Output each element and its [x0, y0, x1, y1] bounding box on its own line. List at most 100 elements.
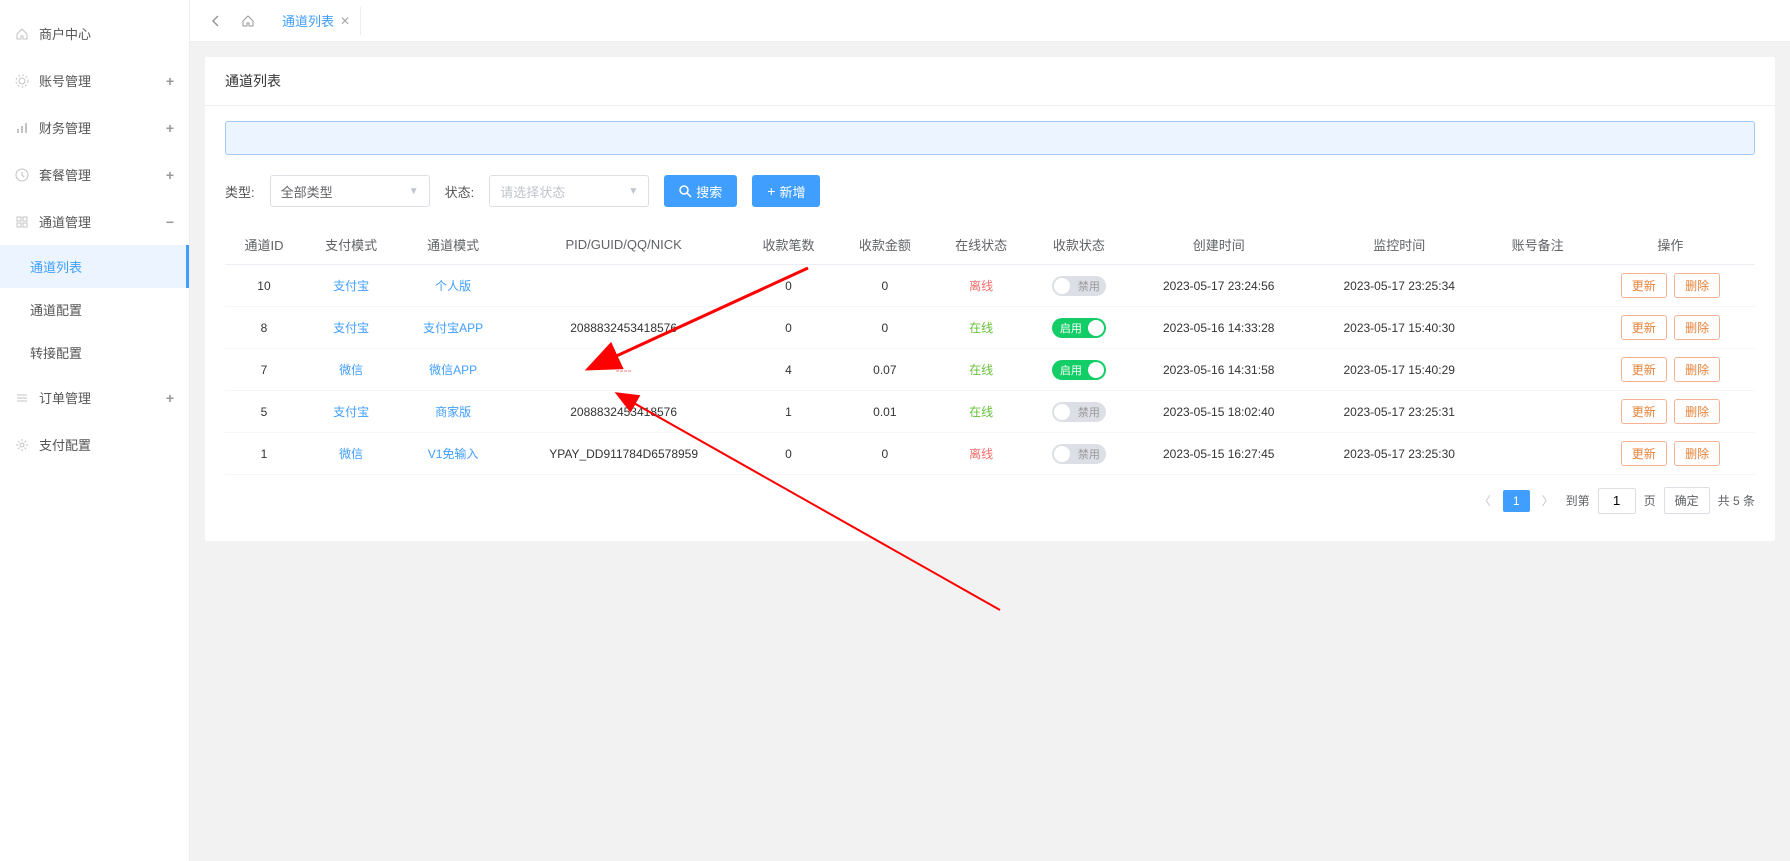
- cell-status: 启用: [1029, 349, 1128, 391]
- status-select[interactable]: 请选择状态 ▼: [489, 175, 649, 207]
- toggle-icon: −: [166, 214, 174, 230]
- page-1[interactable]: 1: [1503, 490, 1530, 512]
- cell-created: 2023-05-16 14:33:28: [1128, 307, 1309, 349]
- sidebar-item-4[interactable]: 通道管理−: [0, 198, 189, 245]
- sidebar-item-6[interactable]: 支付配置: [0, 421, 189, 468]
- cell-id: 1: [225, 433, 303, 475]
- table-header: 收款状态: [1029, 225, 1128, 265]
- cell-count: 0: [740, 265, 836, 307]
- next-page[interactable]: 〉: [1538, 492, 1558, 509]
- cell-amount: 0.07: [837, 349, 933, 391]
- tab-channel-list[interactable]: 通道列表 ✕: [272, 7, 361, 35]
- chart-icon: [15, 121, 29, 135]
- status-switch[interactable]: 禁用: [1052, 444, 1106, 464]
- table-row: 8 支付宝 支付宝APP 2088832453418576 0 0 在线 启用 …: [225, 307, 1755, 349]
- cell-ops: 更新 删除: [1586, 307, 1755, 349]
- prev-page[interactable]: 〈: [1475, 492, 1495, 509]
- delete-button[interactable]: 删除: [1674, 441, 1720, 466]
- status-switch[interactable]: 禁用: [1052, 276, 1106, 296]
- update-button[interactable]: 更新: [1621, 399, 1667, 424]
- add-button[interactable]: + 新增: [752, 175, 820, 207]
- page-input[interactable]: [1598, 488, 1636, 514]
- cell-count: 0: [740, 307, 836, 349]
- sub-item-4-1[interactable]: 通道配置: [0, 288, 189, 331]
- table-header: 创建时间: [1128, 225, 1309, 265]
- sidebar-item-1[interactable]: 账号管理+: [0, 57, 189, 104]
- sidebar-item-5[interactable]: 订单管理+: [0, 374, 189, 421]
- main-area: 通道列表 ✕ 通道列表 类型: 全部类型 ▼ 状态:: [190, 0, 1790, 861]
- cell-remark: [1489, 433, 1585, 475]
- status-switch[interactable]: 启用: [1052, 318, 1106, 338]
- search-button[interactable]: 搜索: [664, 175, 737, 207]
- toggle-icon: +: [166, 73, 174, 89]
- search-icon: [679, 185, 692, 198]
- cell-remark: [1489, 391, 1585, 433]
- sidebar-item-2[interactable]: 财务管理+: [0, 104, 189, 151]
- sub-item-4-0[interactable]: 通道列表: [0, 245, 189, 288]
- cell-online: 在线: [933, 307, 1029, 349]
- table-row: 7 微信 微信APP ---- 4 0.07 在线 启用 2023-05-16 …: [225, 349, 1755, 391]
- goto-confirm[interactable]: 确定: [1664, 487, 1710, 514]
- table-row: 10 支付宝 个人版 0 0 离线 禁用 2023-05-17 23:24:56…: [225, 265, 1755, 307]
- nav-label: 订单管理: [39, 388, 166, 407]
- table-header: 监控时间: [1309, 225, 1490, 265]
- back-button[interactable]: [200, 5, 232, 37]
- type-select[interactable]: 全部类型 ▼: [270, 175, 430, 207]
- page-unit: 页: [1644, 492, 1656, 509]
- table-row: 5 支付宝 商家版 2088832453418576 1 0.01 在线 禁用 …: [225, 391, 1755, 433]
- close-icon[interactable]: ✕: [340, 14, 350, 28]
- type-value: 全部类型: [281, 182, 333, 201]
- sub-item-4-2[interactable]: 转接配置: [0, 331, 189, 374]
- delete-button[interactable]: 删除: [1674, 315, 1720, 340]
- status-label: 状态:: [445, 182, 475, 201]
- update-button[interactable]: 更新: [1621, 315, 1667, 340]
- update-button[interactable]: 更新: [1621, 441, 1667, 466]
- cell-id: 8: [225, 307, 303, 349]
- cell-paymode: 支付宝: [303, 391, 399, 433]
- cell-monitored: 2023-05-17 15:40:29: [1309, 349, 1490, 391]
- table-header: 通道ID: [225, 225, 303, 265]
- update-button[interactable]: 更新: [1621, 357, 1667, 382]
- gear-icon: [15, 74, 29, 88]
- cell-channelmode: 个人版: [399, 265, 507, 307]
- nav-label: 通道管理: [39, 212, 166, 231]
- table-header: 通道模式: [399, 225, 507, 265]
- home-button[interactable]: [232, 5, 264, 37]
- status-switch[interactable]: 禁用: [1052, 402, 1106, 422]
- cell-monitored: 2023-05-17 23:25:34: [1309, 265, 1490, 307]
- cell-id: 10: [225, 265, 303, 307]
- content: 通道列表 类型: 全部类型 ▼ 状态: 请选择状态 ▼: [190, 42, 1790, 861]
- status-placeholder: 请选择状态: [500, 182, 565, 201]
- sidebar-item-3[interactable]: 套餐管理+: [0, 151, 189, 198]
- cell-status: 禁用: [1029, 265, 1128, 307]
- cell-ops: 更新 删除: [1586, 265, 1755, 307]
- cell-online: 离线: [933, 265, 1029, 307]
- topbar: 通道列表 ✕: [190, 0, 1790, 42]
- cell-id: 5: [225, 391, 303, 433]
- cell-monitored: 2023-05-17 23:25:31: [1309, 391, 1490, 433]
- delete-button[interactable]: 删除: [1674, 357, 1720, 382]
- delete-button[interactable]: 删除: [1674, 273, 1720, 298]
- update-button[interactable]: 更新: [1621, 273, 1667, 298]
- cell-pid: YPAY_DD911784D6578959: [507, 433, 740, 475]
- plus-icon: +: [767, 183, 775, 199]
- cell-paymode: 微信: [303, 349, 399, 391]
- cell-remark: [1489, 349, 1585, 391]
- table-header: 收款笔数: [740, 225, 836, 265]
- delete-button[interactable]: 删除: [1674, 399, 1720, 424]
- grid-icon: [15, 215, 29, 229]
- sidebar-item-0[interactable]: 商户中心: [0, 10, 189, 57]
- home-icon: [15, 27, 29, 41]
- status-switch[interactable]: 启用: [1052, 360, 1106, 380]
- cell-created: 2023-05-15 18:02:40: [1128, 391, 1309, 433]
- cell-pid: 2088832453418576: [507, 391, 740, 433]
- table-row: 1 微信 V1免输入 YPAY_DD911784D6578959 0 0 离线 …: [225, 433, 1755, 475]
- cell-paymode: 支付宝: [303, 307, 399, 349]
- cell-created: 2023-05-16 14:31:58: [1128, 349, 1309, 391]
- cell-paymode: 微信: [303, 433, 399, 475]
- goto-label: 到第: [1566, 492, 1590, 509]
- cell-id: 7: [225, 349, 303, 391]
- cell-count: 4: [740, 349, 836, 391]
- cell-pid: [507, 265, 740, 307]
- table-header: 操作: [1586, 225, 1755, 265]
